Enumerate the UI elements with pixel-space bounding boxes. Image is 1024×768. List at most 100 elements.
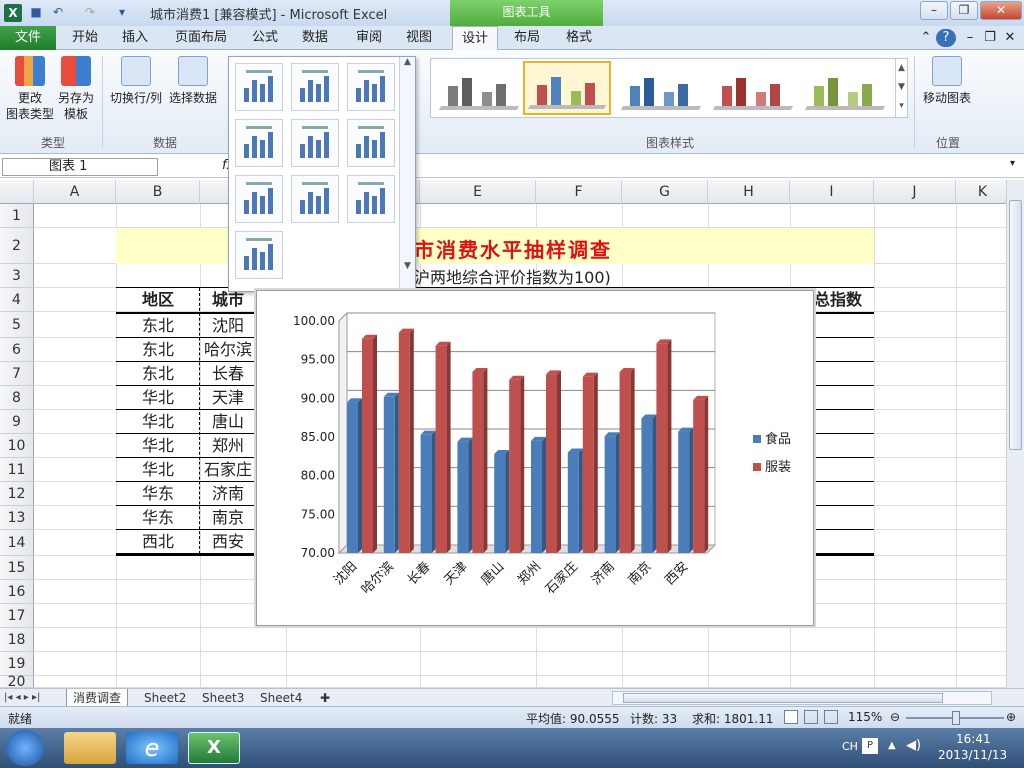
cell-city[interactable]: 石家庄 <box>200 458 256 482</box>
cell-city[interactable]: 西安 <box>200 530 256 554</box>
insert-sheet-icon[interactable]: ✚ <box>314 689 336 707</box>
name-box[interactable]: 图表 1 <box>2 158 158 176</box>
excel-logo-icon[interactable]: X <box>4 4 22 22</box>
tab-insert[interactable]: 插入 <box>114 26 156 50</box>
cell-region[interactable]: 华东 <box>116 482 200 506</box>
select-data-button[interactable]: 选择数据 <box>166 56 220 106</box>
vertical-scroll-thumb[interactable] <box>1009 200 1022 450</box>
restore-button[interactable]: ❐ <box>950 1 978 20</box>
chart-style-green[interactable] <box>801 61 889 115</box>
sheet-nav-arrows[interactable]: |◂ ◂ ▸ ▸| <box>4 689 40 707</box>
col-header-h[interactable]: H <box>708 180 790 204</box>
cell-region[interactable]: 东北 <box>116 338 200 362</box>
vertical-scrollbar[interactable] <box>1006 180 1024 688</box>
doc-restore-icon[interactable]: ❐ <box>982 26 998 50</box>
doc-minimize-icon[interactable]: – <box>962 26 978 50</box>
row-header-14[interactable]: 14 <box>0 530 34 556</box>
gallery-scrollbar[interactable]: ▲ ▼ <box>399 57 415 291</box>
row-header-19[interactable]: 19 <box>0 652 34 676</box>
chart-object[interactable]: 100.00 95.00 90.00 85.00 80.00 75.00 70.00 沈阳 哈尔… <box>256 290 814 626</box>
zoom-out-icon[interactable]: ⊖ <box>890 710 900 724</box>
chart-layout-option[interactable] <box>235 119 283 167</box>
normal-view-icon[interactable] <box>784 710 798 724</box>
row-header-3[interactable]: 3 <box>0 264 34 288</box>
input-language[interactable]: CH <box>842 740 858 753</box>
row-header-15[interactable]: 15 <box>0 556 34 580</box>
save-icon[interactable]: ■ <box>28 4 44 20</box>
horizontal-scroll-thumb[interactable] <box>623 693 943 703</box>
row-header-4[interactable]: 4 <box>0 288 34 312</box>
doc-close-icon[interactable]: ✕ <box>1002 26 1018 50</box>
tab-file[interactable]: 文件 <box>0 26 56 50</box>
cell-region[interactable]: 华北 <box>116 410 200 434</box>
row-header-12[interactable]: 12 <box>0 482 34 506</box>
cell-region[interactable]: 东北 <box>116 314 200 338</box>
help-icon[interactable]: ? <box>936 29 956 47</box>
row-header-10[interactable]: 10 <box>0 434 34 458</box>
select-all-corner[interactable] <box>0 180 34 204</box>
save-as-template-button[interactable]: 另存为 模板 <box>56 56 96 122</box>
row-header-16[interactable]: 16 <box>0 580 34 604</box>
chart-layout-option[interactable] <box>235 63 283 111</box>
horizontal-scrollbar[interactable] <box>612 691 992 705</box>
chart-style-blue[interactable] <box>617 61 705 115</box>
switch-row-column-button[interactable]: 切换行/列 <box>106 56 166 106</box>
cell-region[interactable]: 华北 <box>116 458 200 482</box>
formula-expand-icon[interactable]: ▾ <box>1010 158 1015 169</box>
sheet-tab-sheet4[interactable]: Sheet4 <box>254 689 308 707</box>
col-header-g[interactable]: G <box>622 180 708 204</box>
row-header-6[interactable]: 6 <box>0 338 34 362</box>
cell-region[interactable]: 华北 <box>116 434 200 458</box>
col-header-k[interactable]: K <box>956 180 1010 204</box>
chart-layout-option[interactable] <box>347 175 395 223</box>
col-header-i[interactable]: I <box>790 180 874 204</box>
row-header-7[interactable]: 7 <box>0 362 34 386</box>
row-header-2[interactable]: 2 <box>0 228 34 264</box>
sheet-tab-sheet2[interactable]: Sheet2 <box>138 689 192 707</box>
excel-taskbar-icon[interactable]: X <box>188 732 240 764</box>
tab-data[interactable]: 数据 <box>294 26 336 50</box>
cell-city[interactable]: 哈尔滨 <box>200 338 256 362</box>
tab-review[interactable]: 审阅 <box>348 26 390 50</box>
clock-date[interactable]: 2013/11/13 <box>938 748 1007 762</box>
redo-icon[interactable]: ↷ <box>82 4 98 20</box>
row-header-17[interactable]: 17 <box>0 604 34 628</box>
cell-region[interactable]: 华东 <box>116 506 200 530</box>
minimize-button[interactable]: – <box>920 1 948 20</box>
tab-formulas[interactable]: 公式 <box>244 26 286 50</box>
tab-layout[interactable]: 布局 <box>504 26 550 50</box>
cell-city[interactable]: 济南 <box>200 482 256 506</box>
header-region[interactable]: 地区 <box>116 288 200 312</box>
row-header-1[interactable]: 1 <box>0 204 34 228</box>
zoom-level[interactable]: 115% <box>848 710 882 724</box>
ime-icon[interactable]: P <box>862 738 878 754</box>
chart-style-gray[interactable] <box>435 61 523 115</box>
volume-icon[interactable]: ◀) <box>906 738 921 753</box>
chart-layout-option[interactable] <box>291 175 339 223</box>
row-header-8[interactable]: 8 <box>0 386 34 410</box>
chart-layout-gallery[interactable]: ▲ ▼ <box>228 56 416 292</box>
cell-region[interactable]: 西北 <box>116 530 200 554</box>
chart-style-red[interactable] <box>709 61 797 115</box>
change-chart-type-button[interactable]: 更改 图表类型 <box>4 56 56 122</box>
chart-layout-option[interactable] <box>235 175 283 223</box>
tab-page-layout[interactable]: 页面布局 <box>170 26 232 50</box>
row-header-18[interactable]: 18 <box>0 628 34 652</box>
tray-expand-icon[interactable]: ▲ <box>888 740 896 751</box>
cell-city[interactable]: 长春 <box>200 362 256 386</box>
cell-city[interactable]: 南京 <box>200 506 256 530</box>
customize-qat-icon[interactable]: ▾ <box>114 4 130 20</box>
chart-styles-gallery[interactable]: ▲ ▼ ▾ <box>430 58 908 118</box>
row-header-5[interactable]: 5 <box>0 312 34 338</box>
cell-city[interactable]: 郑州 <box>200 434 256 458</box>
tab-design[interactable]: 设计 <box>452 26 498 51</box>
cell-city[interactable]: 天津 <box>200 386 256 410</box>
cell-region[interactable]: 东北 <box>116 362 200 386</box>
tab-view[interactable]: 视图 <box>398 26 440 50</box>
tab-format[interactable]: 格式 <box>556 26 602 50</box>
chart-layout-option[interactable] <box>347 119 395 167</box>
col-header-e[interactable]: E <box>420 180 536 204</box>
col-header-f[interactable]: F <box>536 180 622 204</box>
col-header-a[interactable]: A <box>34 180 116 204</box>
cell-city[interactable]: 唐山 <box>200 410 256 434</box>
